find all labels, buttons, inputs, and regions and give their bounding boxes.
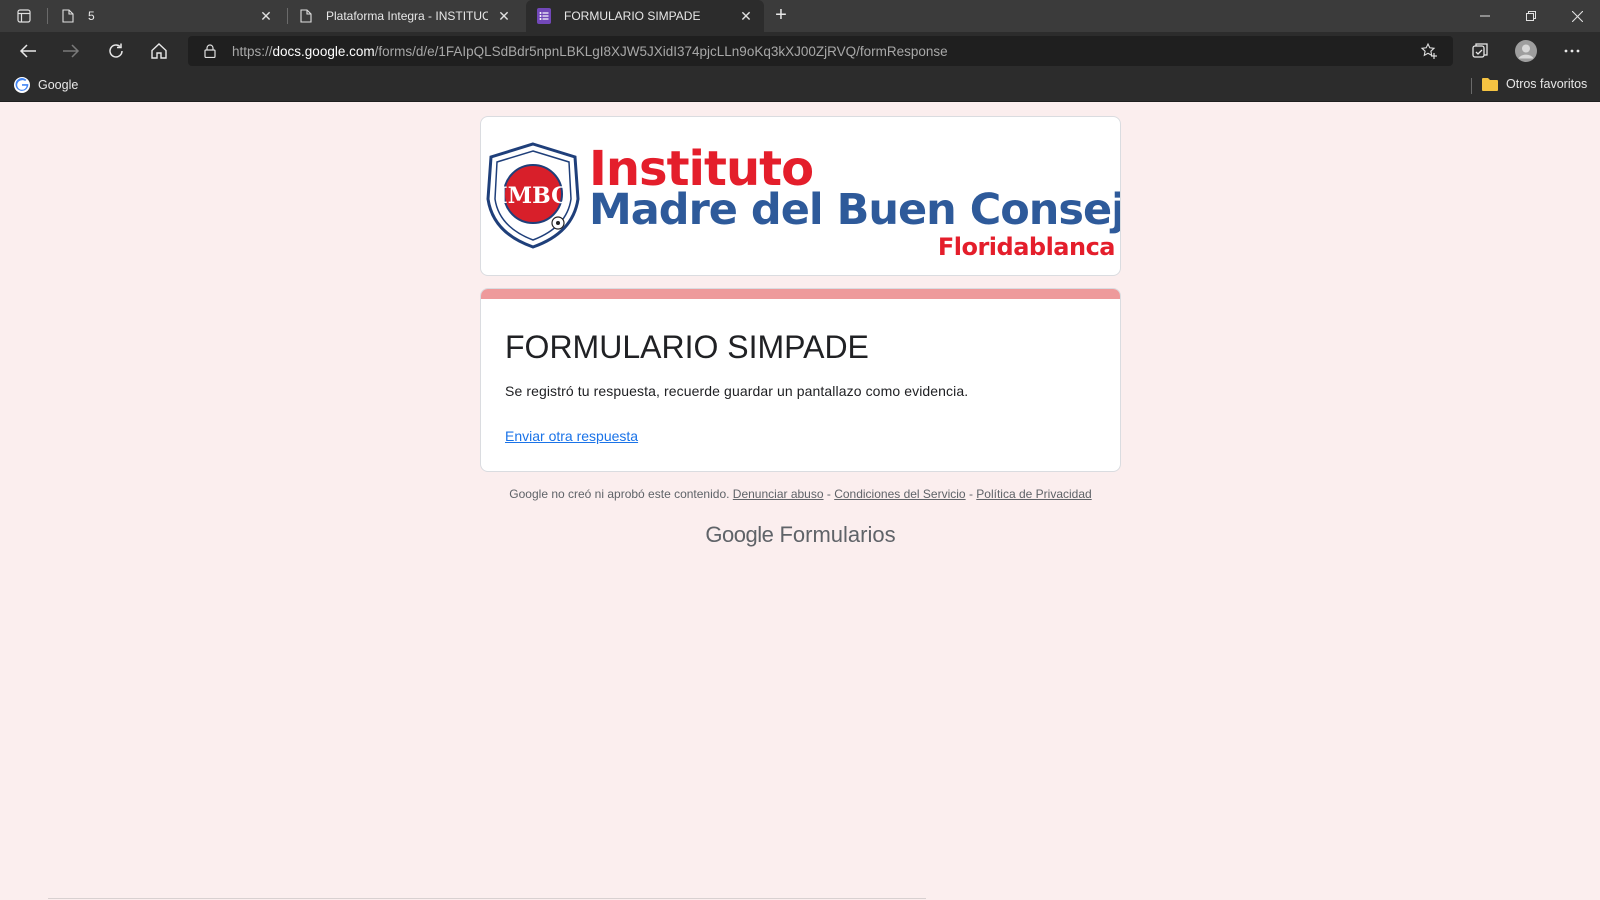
form-title: FORMULARIO SIMPADE xyxy=(505,329,869,365)
submit-another-response-link[interactable]: Enviar otra respuesta xyxy=(505,428,638,444)
logo-line-floridablanca: Floridablanca xyxy=(937,233,1116,261)
restore-icon[interactable] xyxy=(1508,0,1554,32)
profile-avatar-icon[interactable] xyxy=(1512,37,1540,65)
report-abuse-link[interactable]: Denunciar abuso xyxy=(733,487,824,501)
google-icon xyxy=(14,77,30,93)
google-forms-icon xyxy=(536,8,552,24)
google-forms-brand[interactable]: Google Formularios xyxy=(480,522,1121,548)
tab-separator xyxy=(47,8,48,24)
tab-3[interactable]: FORMULARIO SIMPADE ✕ xyxy=(526,0,764,32)
url-path: /forms/d/e/1FAIpQLSdBdr5npnLBKLgI8XJW5JX… xyxy=(374,44,948,59)
footer-separator: - xyxy=(823,487,835,501)
folder-icon xyxy=(1482,78,1498,91)
reload-icon[interactable] xyxy=(102,37,130,65)
add-favorite-icon[interactable] xyxy=(1420,42,1438,60)
tab-title: FORMULARIO SIMPADE xyxy=(564,9,701,23)
collections-icon[interactable] xyxy=(1466,37,1494,65)
forms-wordmark: Formularios xyxy=(779,522,896,547)
url-scheme: https:// xyxy=(232,44,273,59)
tab-2[interactable]: Plataforma Integra - INSTITUCIÓ ✕ xyxy=(288,0,522,32)
tab-actions-icon[interactable] xyxy=(10,6,38,26)
back-arrow-icon[interactable] xyxy=(14,37,42,65)
url-text[interactable]: https://docs.google.com/forms/d/e/1FAIpQ… xyxy=(232,44,948,59)
navigation-bar: https://docs.google.com/forms/d/e/1FAIpQ… xyxy=(0,32,1600,70)
google-wordmark: Google xyxy=(705,522,774,547)
bookmark-separator xyxy=(1471,78,1472,94)
tab-1[interactable]: 5 ✕ xyxy=(50,0,284,32)
close-icon[interactable]: ✕ xyxy=(258,8,274,24)
tab-title: Plataforma Integra - INSTITUCIÓ xyxy=(326,9,488,23)
confirmation-message: Se registró tu respuesta, recuerde guard… xyxy=(505,383,969,399)
page-icon xyxy=(60,8,76,24)
footer-separator: - xyxy=(965,487,977,501)
forward-arrow-icon[interactable] xyxy=(57,37,85,65)
close-icon[interactable]: ✕ xyxy=(496,8,512,24)
bookmark-other-favorites[interactable]: Otros favoritos xyxy=(1482,77,1587,91)
close-icon[interactable]: ✕ xyxy=(738,8,754,24)
bookmark-google-label: Google xyxy=(38,78,79,92)
terms-of-service-link[interactable]: Condiciones del Servicio xyxy=(834,487,965,501)
form-header-image: IMBC Instituto Madre del Buen Consejo Fl… xyxy=(480,116,1121,276)
lock-icon[interactable] xyxy=(202,43,218,59)
crest-monogram: IMBC xyxy=(497,183,568,209)
page-icon xyxy=(298,8,314,24)
bookmark-other-label: Otros favoritos xyxy=(1506,77,1588,91)
form-confirmation-card: FORMULARIO SIMPADE Se registró tu respue… xyxy=(480,288,1121,472)
url-host: docs.google.com xyxy=(272,44,375,59)
logo-line-madre: Madre del Buen Consejo xyxy=(589,185,1121,235)
minimize-icon[interactable] xyxy=(1462,0,1508,32)
window-close-icon[interactable] xyxy=(1554,0,1600,32)
form-accent-bar xyxy=(481,289,1120,299)
privacy-policy-link[interactable]: Política de Privacidad xyxy=(976,487,1091,501)
tab-bar: 5 ✕ Plataforma Integra - INSTITUCIÓ ✕ FO… xyxy=(0,0,1600,32)
tab-title: 5 xyxy=(88,9,95,23)
school-crest-logo: IMBC xyxy=(486,142,580,249)
bookmarks-bar: Google Otros favoritos xyxy=(0,70,1600,102)
address-bar[interactable]: https://docs.google.com/forms/d/e/1FAIpQ… xyxy=(188,36,1453,66)
disclaimer-text: Google no creó ni aprobó este contenido. xyxy=(509,487,730,501)
bottom-divider xyxy=(48,898,926,899)
bookmark-google[interactable]: Google xyxy=(14,77,78,93)
footer-disclaimer: Google no creó ni aprobó este contenido.… xyxy=(480,487,1121,501)
new-tab-icon[interactable]: + xyxy=(770,5,792,26)
home-icon[interactable] xyxy=(145,37,173,65)
institute-name-logo: Instituto Madre del Buen Consejo Florida… xyxy=(589,133,1121,273)
more-options-icon[interactable] xyxy=(1558,37,1586,65)
